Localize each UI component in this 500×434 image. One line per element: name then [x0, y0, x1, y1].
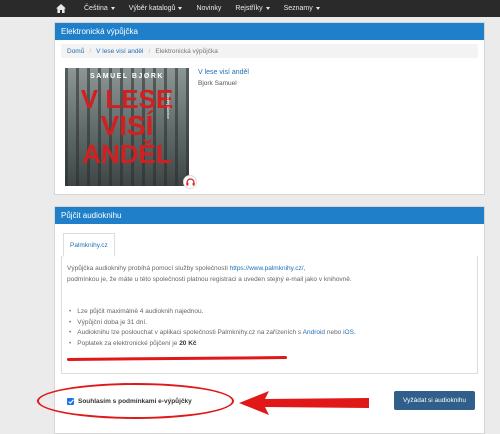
red-arrow-annotation	[239, 391, 369, 415]
cover-title-line-3: ANDĚL	[82, 139, 172, 169]
list-item: Audioknihu lze poslouchat v aplikaci spo…	[77, 328, 355, 339]
conditions-list: Lze půjčit maximálně 4 audioknih najedno…	[77, 307, 356, 350]
nav-indexes[interactable]: Rejstříky	[235, 5, 270, 12]
list-item: Lze půjčit maximálně 4 audioknih najedno…	[77, 307, 356, 318]
panel-title: Půjčit audioknihu	[55, 207, 484, 224]
red-ellipse-annotation	[37, 383, 234, 419]
book-title-link[interactable]: V lese visí anděl	[198, 69, 249, 76]
breadcrumb: Domů / V lese visí anděl / Elektronická …	[61, 44, 478, 58]
price: 20 Kč	[179, 339, 197, 347]
caret-down-icon	[110, 7, 115, 10]
cover-author: SAMUEL BJØRK	[90, 73, 164, 80]
headphones-icon	[183, 175, 197, 189]
nav-news[interactable]: Novinky	[196, 5, 221, 12]
e-loan-panel: Elektronická výpůjčka Domů / V lese visí…	[54, 22, 485, 195]
list-item: Výpůjční doba je 31 dní.	[77, 318, 356, 329]
nav-language[interactable]: Čeština	[84, 5, 115, 12]
book-author: Bjork Samuel	[198, 80, 237, 87]
breadcrumb-book[interactable]: V lese visí anděl	[96, 48, 143, 55]
caret-down-icon	[315, 7, 320, 10]
palmknihy-link[interactable]: https://www.palmknihy.cz/	[230, 265, 304, 272]
home-icon[interactable]	[52, 0, 70, 17]
book-cover[interactable]: SAMUEL BJØRK V LESE VISÍ ANDĚL Ondřej So…	[65, 68, 189, 186]
breadcrumb-separator: /	[148, 47, 151, 55]
breadcrumb-current: Elektronická výpůjčka	[155, 47, 218, 55]
request-audiobook-button[interactable]: Vyžádat si audioknihu	[394, 391, 475, 410]
ios-link[interactable]: iOS	[343, 329, 354, 336]
cover-narrator: Ondřej Sochor	[166, 93, 171, 119]
caret-down-icon	[265, 7, 270, 10]
tab-palmknihy[interactable]: Palmknihy.cz	[63, 233, 115, 257]
breadcrumb-home[interactable]: Domů	[67, 48, 84, 55]
top-navbar: Čeština Výběr katalogů Novinky Rejstříky…	[0, 0, 500, 17]
android-link[interactable]: Android	[303, 329, 325, 336]
caret-down-icon	[178, 7, 183, 10]
nav-catalog-selection[interactable]: Výběr katalogů	[129, 5, 183, 12]
list-item: Poplatek za elektronické půjčení je 20 K…	[77, 339, 356, 350]
nav-lists[interactable]: Seznamy	[284, 5, 320, 12]
panel-title: Elektronická výpůjčka	[55, 23, 484, 40]
breadcrumb-separator: /	[89, 47, 92, 55]
intro-text: Výpůjčka audioknihy probíhá pomocí služb…	[67, 265, 352, 283]
